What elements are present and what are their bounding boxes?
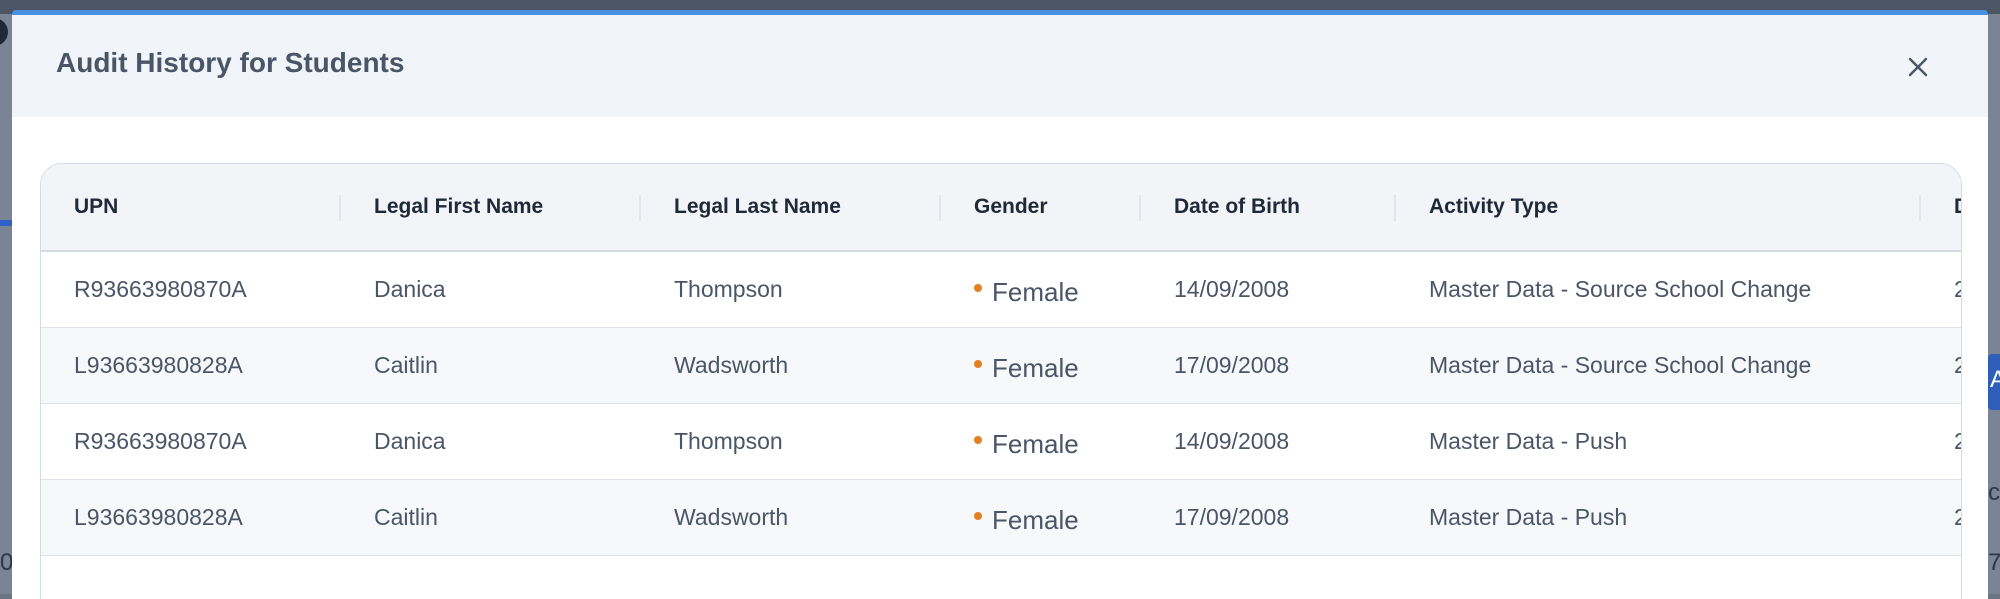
- table-row[interactable]: L93663980828A Caitlin Wadsworth Female 1…: [41, 327, 1961, 403]
- cell-dob: 14/09/2008: [1174, 427, 1290, 454]
- modal-title: Audit History for Students: [56, 47, 405, 78]
- cell-last-name: Thompson: [674, 275, 783, 302]
- background-button: A: [1988, 354, 2000, 410]
- column-header-truncated[interactable]: D: [1921, 164, 1961, 251]
- cell-upn: L93663980828A: [74, 503, 243, 530]
- cell-truncated: 2: [1921, 479, 1961, 555]
- cell-dob: 14/09/2008: [1174, 275, 1290, 302]
- cell-upn: L93663980828A: [74, 351, 243, 378]
- table-header-row: UPN Legal First Name Legal Last Name Gen…: [41, 164, 1961, 251]
- column-header-legal-last-name[interactable]: Legal Last Name: [641, 164, 941, 251]
- cell-first-name: Caitlin: [374, 351, 438, 378]
- cell-upn: R93663980870A: [74, 427, 247, 454]
- cell-first-name: Danica: [374, 275, 446, 302]
- table-row[interactable]: L93663980828A Caitlin Wadsworth Female 1…: [41, 479, 1961, 555]
- cell-gender: Female: [941, 403, 1141, 479]
- cell-activity-type: Master Data - Push: [1429, 503, 1628, 530]
- close-button[interactable]: [1900, 49, 1936, 85]
- gender-dot-icon: [974, 436, 982, 444]
- cell-gender: Female: [941, 327, 1141, 403]
- cell-truncated: 2: [1921, 251, 1961, 327]
- modal-header: Audit History for Students: [12, 15, 1988, 117]
- cell-first-name: Caitlin: [374, 503, 438, 530]
- audit-table-container[interactable]: UPN Legal First Name Legal Last Name Gen…: [40, 163, 1962, 599]
- cell-dob: 17/09/2008: [1174, 351, 1290, 378]
- cell-upn: R93663980870A: [74, 275, 247, 302]
- cell-last-name: Thompson: [674, 427, 783, 454]
- cell-activity-type: Master Data - Push: [1429, 427, 1628, 454]
- cell-first-name: Danica: [374, 427, 446, 454]
- gender-dot-icon: [974, 512, 982, 520]
- background-left-edge: 0: [0, 14, 13, 594]
- cell-last-name: Wadsworth: [674, 503, 789, 530]
- background-accent-line: [0, 220, 12, 226]
- close-icon: [1908, 57, 1928, 77]
- cell-last-name: Wadsworth: [674, 351, 789, 378]
- column-header-legal-first-name[interactable]: Legal First Name: [341, 164, 641, 251]
- gender-dot-icon: [974, 360, 982, 368]
- audit-table: UPN Legal First Name Legal Last Name Gen…: [41, 164, 1961, 556]
- audit-history-modal: Audit History for Students UPN Legal Fir…: [12, 10, 1988, 599]
- column-header-date-of-birth[interactable]: Date of Birth: [1141, 164, 1396, 251]
- cell-truncated: 2: [1921, 327, 1961, 403]
- table-row[interactable]: R93663980870A Danica Thompson Female 14/…: [41, 403, 1961, 479]
- cell-truncated: 2: [1921, 403, 1961, 479]
- cell-activity-type: Master Data - Source School Change: [1429, 275, 1812, 302]
- background-right-edge: A ce 7: [1988, 14, 2000, 594]
- cell-activity-type: Master Data - Source School Change: [1429, 351, 1812, 378]
- background-right-text: ce: [1988, 479, 2000, 506]
- gender-dot-icon: [974, 284, 982, 293]
- cell-gender: Female: [941, 479, 1141, 555]
- table-row[interactable]: R93663980870A Danica Thompson Female 14/…: [41, 251, 1961, 327]
- column-header-activity-type[interactable]: Activity Type: [1396, 164, 1921, 251]
- cell-gender: Female: [941, 251, 1141, 327]
- background-avatar: [0, 18, 8, 46]
- cell-dob: 17/09/2008: [1174, 503, 1290, 530]
- background-right-text-2: 7: [1988, 549, 2000, 576]
- column-header-upn[interactable]: UPN: [41, 164, 341, 251]
- column-header-gender[interactable]: Gender: [941, 164, 1141, 251]
